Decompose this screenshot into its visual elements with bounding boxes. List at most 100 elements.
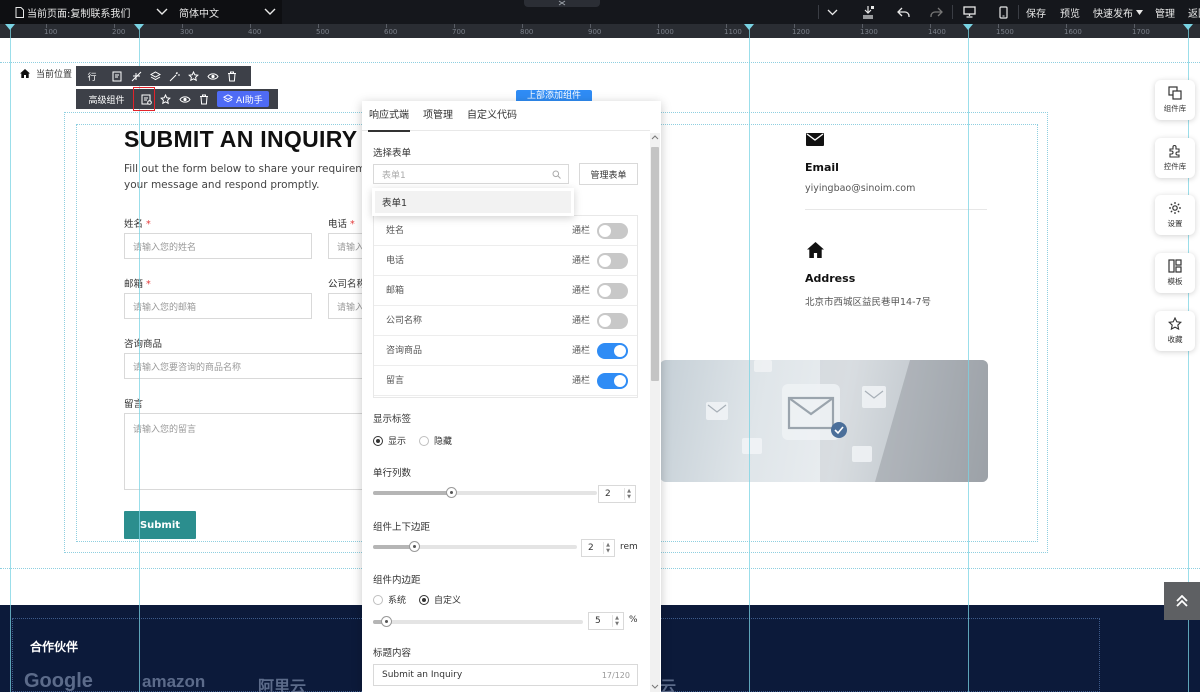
message-textarea[interactable]: 请输入您的留言 — [124, 413, 368, 490]
slider-handle[interactable] — [380, 616, 392, 627]
home-icon[interactable] — [20, 69, 30, 78]
tab-item-management[interactable]: 项管理 — [416, 101, 460, 131]
side-tool-favorites[interactable]: 收藏 — [1155, 311, 1195, 351]
tab-responsive[interactable]: 响应式端 — [362, 101, 416, 132]
radio-dot — [373, 435, 383, 446]
padding-custom-radio[interactable]: 自定义 — [419, 593, 461, 606]
full-width-toggle[interactable] — [597, 373, 628, 389]
side-tool-widget-library[interactable]: 控件库 — [1155, 138, 1195, 178]
canvas-drag-handle[interactable] — [524, 0, 600, 7]
favorite-star-icon[interactable] — [184, 66, 203, 86]
advanced-component-toolbar: 高级组件 AI助手 — [76, 89, 278, 109]
toggle-knob — [599, 315, 611, 327]
margin-stepper[interactable]: 2 ▲ ▼ — [581, 539, 615, 557]
radio-label: 隐藏 — [434, 437, 453, 447]
name-input[interactable]: 请输入您的姓名 — [124, 233, 312, 259]
email-label: 邮箱 * — [124, 279, 151, 290]
stepper-value: 2 — [605, 489, 611, 499]
full-width-toggle[interactable] — [597, 223, 628, 239]
field-row: 咨询商品 通栏 — [374, 336, 637, 366]
product-input[interactable]: 请输入您要咨询的商品名称 — [124, 353, 368, 379]
stepper-arrows[interactable]: ▲ ▼ — [612, 615, 621, 627]
submit-button[interactable]: Submit — [124, 511, 196, 539]
select-form-value: 表单1 — [382, 170, 406, 181]
ruler-number: 700 — [452, 28, 466, 36]
search-icon — [552, 170, 561, 179]
ruler-number: 100 — [44, 28, 58, 36]
toggle-knob — [614, 345, 626, 357]
padding-stepper[interactable]: 5 ▲ ▼ — [588, 612, 624, 630]
undo-icon[interactable] — [895, 4, 911, 20]
padding-system-radio[interactable]: 系统 — [373, 593, 406, 606]
redo-icon[interactable] — [928, 4, 944, 20]
favorite-star-icon[interactable] — [156, 89, 175, 109]
stepper-arrows[interactable]: ▲ ▼ — [624, 488, 633, 500]
side-tool-label: 设置 — [1167, 219, 1183, 228]
hide-row-icon[interactable] — [127, 66, 146, 86]
edit-row-icon[interactable] — [108, 66, 127, 86]
email-input[interactable]: 请输入您的邮箱 — [124, 293, 312, 319]
back-to-top-button[interactable] — [1164, 582, 1200, 620]
slider-handle[interactable] — [408, 541, 420, 552]
heading-content-input[interactable]: Submit an Inquiry 17/120 — [373, 664, 638, 686]
manage-button[interactable]: 管理 — [1155, 0, 1175, 24]
heading-content-title: 标题内容 — [373, 648, 412, 659]
field-name: 留言 — [386, 376, 405, 386]
guide-marker[interactable] — [1183, 24, 1193, 30]
align-guide-icon[interactable] — [860, 4, 876, 20]
side-tool-template[interactable]: 模板 — [1155, 253, 1195, 293]
margin-slider[interactable] — [373, 541, 577, 552]
layers-icon[interactable] — [146, 66, 165, 86]
preview-button[interactable]: 预览 — [1060, 0, 1080, 24]
side-tool-component-library[interactable]: 组件库 — [1155, 80, 1195, 120]
side-tool-label: 控件库 — [1163, 162, 1187, 171]
visibility-eye-icon[interactable] — [203, 66, 222, 86]
columns-stepper[interactable]: 2 ▲ ▼ — [598, 485, 636, 503]
stepper-arrows[interactable]: ▲ ▼ — [603, 542, 612, 554]
full-width-toggle[interactable] — [597, 253, 628, 269]
scroll-up-arrow-icon[interactable] — [651, 135, 659, 140]
form-option[interactable]: 表单1 — [375, 191, 571, 213]
radio-dot — [373, 594, 383, 605]
manage-form-button[interactable]: 管理表单 — [579, 163, 638, 185]
save-button[interactable]: 保存 — [1026, 0, 1046, 24]
tab-custom-code[interactable]: 自定义代码 — [460, 101, 524, 131]
partner-logo-google: Google — [24, 670, 93, 692]
guide-marker[interactable] — [744, 24, 754, 30]
ai-assistant-button[interactable]: AI助手 — [217, 91, 269, 107]
form-dropdown: 表单1 — [372, 188, 574, 216]
full-width-toggle[interactable] — [597, 283, 628, 299]
select-form-input[interactable]: 表单1 — [373, 164, 569, 184]
character-counter: 17/120 — [601, 671, 630, 680]
toggle-knob — [599, 255, 611, 267]
guide-marker[interactable] — [5, 24, 15, 30]
columns-slider[interactable] — [373, 487, 597, 498]
hide-label-radio[interactable]: 隐藏 — [419, 434, 452, 447]
panel-scrollbar[interactable] — [650, 133, 660, 692]
language-dropdown-chevron-icon[interactable] — [262, 4, 278, 20]
delete-trash-icon[interactable] — [222, 66, 241, 86]
padding-slider[interactable] — [373, 616, 583, 627]
page-dropdown-chevron-icon[interactable] — [154, 4, 170, 20]
collapse-chevron-icon[interactable] — [824, 4, 840, 20]
full-width-toggle[interactable] — [597, 343, 628, 359]
delete-trash-icon[interactable] — [194, 89, 213, 109]
mobile-view-icon[interactable] — [995, 4, 1011, 20]
language-selector[interactable]: 简体中文 — [179, 0, 219, 24]
return-button[interactable]: 返回 — [1188, 0, 1200, 24]
full-width-toggle[interactable] — [597, 313, 628, 329]
current-page-selector[interactable]: 当前页面:复制联系我们 — [15, 0, 130, 24]
guide-marker[interactable] — [963, 24, 973, 30]
magic-wand-icon[interactable] — [165, 66, 184, 86]
advanced-component-label: 高级组件 — [88, 95, 125, 106]
visibility-eye-icon[interactable] — [175, 89, 194, 109]
field-name: 公司名称 — [386, 316, 423, 326]
guide-marker[interactable] — [134, 24, 144, 30]
show-label-radio[interactable]: 显示 — [373, 434, 406, 447]
quick-publish-button[interactable]: 快速发布 — [1093, 0, 1143, 24]
slider-handle[interactable] — [446, 487, 458, 498]
side-tool-settings[interactable]: 设置 — [1155, 195, 1195, 235]
desktop-view-icon[interactable] — [961, 4, 977, 20]
scroll-down-arrow-icon[interactable] — [651, 684, 659, 689]
scrollbar-thumb[interactable] — [651, 147, 659, 381]
